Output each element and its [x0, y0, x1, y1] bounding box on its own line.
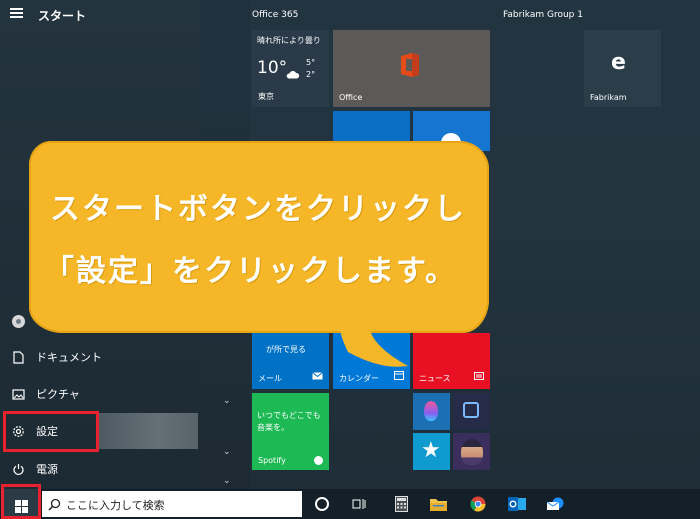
power-icon — [0, 463, 36, 476]
rail-item-power[interactable]: 電源 — [0, 451, 200, 487]
weather-temp-low: 2° — [306, 70, 316, 79]
office-tile[interactable]: Office — [333, 30, 490, 107]
mail-label: メール — [258, 374, 282, 383]
group-title-fabrikam[interactable]: Fabrikam Group 1 — [503, 10, 583, 20]
weather-temp-high: 5° — [306, 58, 316, 67]
rail-item-pictures[interactable]: ピクチャ — [0, 376, 200, 412]
hamburger-menu-icon[interactable] — [10, 7, 26, 21]
calendar-label: カレンダー — [339, 374, 379, 383]
task-view-icon[interactable] — [344, 489, 374, 519]
spotify-tile[interactable]: いつでもどこでも 音楽を。 Spotify — [252, 393, 329, 470]
file-explorer-icon[interactable] — [423, 489, 453, 519]
spotify-text-line1: いつでもどこでも — [257, 411, 321, 420]
game-tile[interactable] — [453, 433, 490, 470]
office-logo-icon — [399, 52, 421, 82]
search-placeholder: ここに入力して検索 — [66, 499, 165, 512]
news-label: ニュース — [419, 374, 451, 383]
chevron-down-icon[interactable]: ⌄ — [223, 447, 231, 457]
fabrikam-label: Fabrikam — [590, 93, 627, 102]
edge-icon: e — [611, 50, 626, 75]
photo-editor-tile[interactable] — [453, 393, 490, 430]
chevron-down-icon[interactable]: ⌄ — [223, 396, 231, 406]
settings-highlight-box — [3, 411, 99, 452]
spotify-logo-icon — [314, 456, 323, 465]
game-character-icon — [461, 439, 483, 465]
start-title: スタート — [38, 9, 87, 23]
search-icon — [48, 496, 61, 515]
news-tile[interactable]: ニュース — [413, 333, 490, 389]
start-button-highlight-box — [1, 484, 41, 519]
envelope-icon — [312, 365, 323, 384]
weather-tile[interactable]: 晴れ所により曇り 10° 5° 2° 東京 — [252, 30, 329, 107]
favorites-tile[interactable]: ★ — [413, 433, 450, 470]
paint3d-tile[interactable] — [413, 393, 450, 430]
spotify-label: Spotify — [258, 456, 286, 465]
mail-snippet: が所で見る — [266, 345, 306, 354]
mail-tile[interactable]: が所で見る メール — [252, 333, 329, 389]
cortana-icon[interactable] — [307, 489, 337, 519]
weather-caption: 晴れ所により曇り — [257, 36, 321, 45]
calculator-icon[interactable] — [386, 489, 416, 519]
weather-city: 東京 — [258, 92, 274, 101]
star-icon: ★ — [421, 438, 441, 463]
callout-line-1: スタートボタンをクリックし — [50, 192, 466, 227]
group-title-office[interactable]: Office 365 — [252, 10, 298, 20]
callout-tail — [330, 330, 410, 370]
callout-line-2: 「設定」をクリックします。 — [44, 254, 457, 289]
weather-temp-main: 10° — [257, 58, 288, 78]
photo-editor-icon — [463, 402, 479, 418]
office-label: Office — [339, 93, 363, 102]
paint3d-icon — [424, 401, 438, 421]
chrome-icon[interactable] — [463, 489, 493, 519]
rail-item-label: 電源 — [36, 463, 58, 476]
outlook-icon[interactable] — [502, 489, 532, 519]
rail-item-label: ドキュメント — [36, 351, 102, 364]
chevron-down-icon[interactable]: ⌄ — [223, 476, 231, 486]
document-icon — [0, 350, 36, 364]
callout-bubble — [29, 141, 489, 333]
spotify-text-line2: 音楽を。 — [257, 423, 289, 432]
user-avatar-icon — [11, 314, 25, 328]
cloud-icon — [286, 64, 300, 79]
fabrikam-tile[interactable]: e Fabrikam — [584, 30, 661, 107]
rail-item-documents[interactable]: ドキュメント — [0, 339, 200, 375]
mail-app-icon[interactable] — [540, 489, 570, 519]
pictures-icon — [0, 388, 36, 400]
news-icon — [474, 365, 484, 384]
rail-item-label: ピクチャ — [36, 388, 80, 401]
